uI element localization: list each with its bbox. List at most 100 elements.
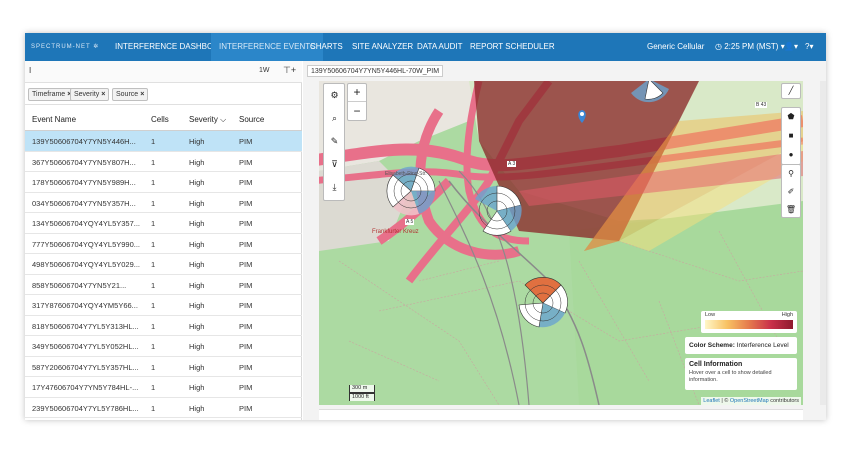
cells-cell: 1 [151,321,156,331]
chip-severity[interactable]: Severity × [70,88,110,101]
severity-cell: High [189,239,205,249]
table-row[interactable]: 239Y50606704Y7YL5Y786HL... 1 High PIM [25,398,302,418]
interference-map[interactable]: Frankfurter Kreuz A 3 A 5 B 43 Elisabeth… [319,81,803,405]
table-row[interactable]: 178Y50606704Y7YN5Y989H... 1 High PIM [25,172,302,193]
trash-icon[interactable]: 🗑 [785,204,797,216]
severity-cell: High [189,157,205,167]
map-footer-panel [319,409,803,420]
time-display[interactable]: ◷ 2:25 PM (MST) ▾ [715,33,785,61]
source-cell: PIM [239,301,253,310]
color-scheme-label: Color Scheme: [689,342,735,349]
user-icon: 👤 [784,42,794,51]
table-row[interactable]: 17Y47606704Y7YN5Y784HL-... 1 High PIM [25,377,302,398]
draw-line-icon[interactable]: ╱ [785,85,797,97]
column-source[interactable]: Source [239,115,264,124]
interference-legend: Low High [701,311,797,333]
panel-scrollbar[interactable] [820,81,826,405]
column-severity[interactable]: Severity ⌵ [189,115,226,125]
close-icon[interactable]: × [101,91,105,98]
severity-cell: High [189,280,205,290]
edit-layers-icon[interactable]: ✐ [785,186,797,198]
cells-cell: 1 [151,219,156,228]
event-name-cell: 818Y50606704Y7YL5Y313HL... [32,321,139,331]
severity-cell: High [189,342,205,351]
app-window: SPECTRUM-NET ✲ INTERFERENCE DASHBOARD IN… [25,33,826,420]
zoom-in-button[interactable]: + [348,84,366,102]
chip-timeframe[interactable]: Timeframe× [28,88,76,101]
draw-rectangle-icon[interactable]: ■ [785,130,797,142]
severity-cell: High [189,403,205,413]
leaflet-link[interactable]: Leaflet [703,398,720,404]
color-scheme-value: Interference Level [736,342,789,349]
severity-cell: High [189,178,205,187]
column-event-name[interactable]: Event Name [32,115,76,124]
table-row[interactable]: 587Y20606704Y7YL5Y357HL... 1 High PIM [25,357,302,377]
map-attribution: Leaflet | © OpenStreetMap contributors [701,397,801,405]
severity-cell: High [189,321,205,331]
close-icon[interactable]: × [140,91,144,98]
search-input[interactable]: I [29,66,249,78]
cells-cell: 1 [151,260,156,269]
chevron-down-icon: ▾ [809,42,814,51]
logo-text: SPECTRUM-NET [31,44,91,50]
cells-cell: 1 [151,383,156,392]
scale-metric: 300 m [349,385,375,393]
draw-circle-icon[interactable]: ● [785,149,797,161]
severity-cell: High [189,198,205,208]
add-filter-icon[interactable]: ⊤+ [283,65,296,76]
source-cell: PIM [239,321,253,331]
map-label-b43: B 43 [755,102,768,108]
filter-chips: Timeframe× Severity× Source× [25,83,302,105]
cell-info-title: Cell Information [689,361,743,368]
nav-report-scheduler[interactable]: REPORT SCHEDULER [462,33,563,61]
table-row[interactable]: 034Y50606704Y7YN5Y357H... 1 High PIM [25,193,302,213]
zoom-out-button[interactable]: − [348,103,366,121]
table-row[interactable]: 139Y50606704Y7YN5Y446H... 1 High PIM [25,131,302,152]
column-cells[interactable]: Cells [151,115,169,124]
draw-polygon-icon[interactable]: ⬟ [785,111,797,123]
source-cell: PIM [239,342,253,351]
map-toolbar: ⚙ ⌕ ✎ ⊽ ⤓ [323,83,345,201]
event-name-cell: 134Y50606704YQY4YL5Y357... [32,219,141,228]
chip-label: Timeframe [32,91,66,98]
chip-source[interactable]: Source × [112,88,149,101]
scale-imperial: 1000 ft [349,393,375,401]
app-logo[interactable]: SPECTRUM-NET ✲ [31,43,99,50]
table-row[interactable]: 317Y87606704YQY4YM5Y66... 1 High PIM [25,295,302,316]
event-name-cell: 034Y50606704Y7YN5Y357H... [32,198,136,208]
table-row[interactable]: 134Y50606704YQY4YL5Y357... 1 High PIM [25,213,302,234]
settings-icon[interactable]: ⚙ [328,89,341,102]
legend-low-label: Low [705,312,716,318]
marker-icon[interactable]: ⚲ [785,168,797,180]
table-row[interactable]: 818Y50606704Y7YL5Y313HL... 1 High PIM [25,316,302,336]
cell-information-panel: Cell Information Hover over a cell to sh… [685,358,797,390]
user-menu[interactable]: 👤▾ [784,33,798,61]
cells-cell: 1 [151,280,156,290]
color-scheme-selector[interactable]: Color Scheme: Interference Level [685,337,797,354]
source-cell: PIM [239,280,253,290]
table-row[interactable]: 349Y50606704Y7YL5Y052HL... 1 High PIM [25,336,302,357]
help-menu[interactable]: ?▾ [805,33,813,61]
map-label-a3: A 3 [507,161,517,167]
filter-icon[interactable]: ⊽ [328,158,341,171]
osm-link[interactable]: OpenStreetMap [730,398,769,404]
search-icon[interactable]: ⌕ [328,112,341,125]
timeframe-range-button[interactable]: 1W [259,67,270,74]
download-icon[interactable]: ⤓ [328,181,341,194]
map-label-a5: A 5 [405,219,415,225]
event-name-cell: 777Y50606704YQY4YL5Y990... [32,239,141,249]
table-row[interactable]: 367Y50606704Y7YN5Y807H... 1 High PIM [25,152,302,172]
account-name[interactable]: Generic Cellular [647,33,704,61]
source-cell: PIM [239,403,253,413]
table-row[interactable]: 777Y50606704YQY4YL5Y990... 1 High PIM [25,234,302,254]
table-row[interactable]: 498Y50606704YQY4YL5Y029... 1 High PIM [25,254,302,275]
sort-icon: ⌵ [220,115,227,124]
event-name-cell: 498Y50606704YQY4YL5Y029... [32,260,141,269]
chevron-down-icon: ▾ [793,42,798,51]
severity-cell: High [189,362,205,372]
brush-icon[interactable]: ✎ [328,135,341,148]
table-row[interactable]: 858Y50606704Y7YN5Y21... 1 High PIM [25,275,302,295]
map-label-street: Elisabeth-Ring-Str. [385,171,427,177]
map-tab[interactable]: 139Y50606704Y7YN5Y446HL-70W_PIM [307,65,444,77]
event-name-cell: 858Y50606704Y7YN5Y21... [32,280,127,290]
